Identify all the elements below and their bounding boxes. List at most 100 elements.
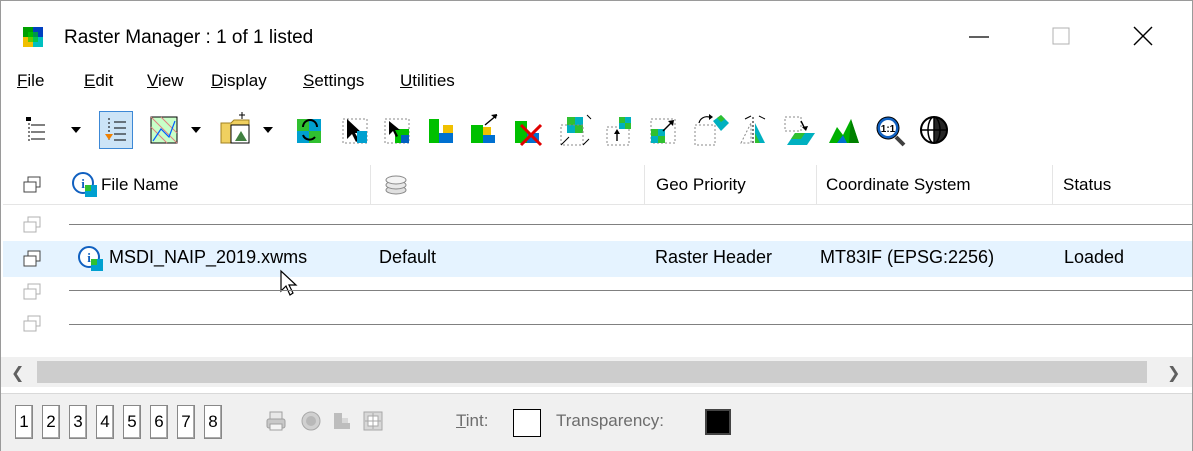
cell-file-name[interactable]: MSDI_NAIP_2019.xwms xyxy=(109,247,307,268)
raster-export-icon xyxy=(471,114,498,143)
menu-file[interactable]: File xyxy=(17,71,44,91)
minimize-icon xyxy=(969,36,989,38)
view-2-button[interactable]: 2 xyxy=(42,405,60,439)
menu-settings[interactable]: Settings xyxy=(303,71,364,91)
menu-edit[interactable]: Edit xyxy=(84,71,113,91)
globe-button[interactable] xyxy=(917,111,951,149)
empty-row[interactable] xyxy=(3,311,1192,339)
empty-row[interactable] xyxy=(3,279,1192,307)
refresh-icon xyxy=(297,119,321,143)
zoom-1-1-button[interactable]: 1:1 xyxy=(873,111,907,149)
view-1-button[interactable]: 1 xyxy=(15,405,33,439)
svg-text:i: i xyxy=(87,250,91,265)
raster-layer-icon xyxy=(23,283,41,300)
row-separator-line xyxy=(69,290,1192,291)
view-6-button[interactable]: 6 xyxy=(150,405,168,439)
minimize-button[interactable] xyxy=(949,1,1009,63)
scale-icon xyxy=(650,118,676,144)
maximize-icon xyxy=(1052,27,1070,45)
raster-attach-dropdown-arrow[interactable] xyxy=(191,127,201,133)
menu-view[interactable]: View xyxy=(147,71,184,91)
tree-view-button[interactable] xyxy=(21,111,55,149)
mirror-icon xyxy=(740,115,766,145)
scrollbar-thumb[interactable] xyxy=(37,361,1147,383)
mirror-button[interactable] xyxy=(737,111,771,149)
list-view-icon xyxy=(105,118,126,142)
raster-layer-icon[interactable] xyxy=(23,250,41,268)
cell-logical-name[interactable]: Default xyxy=(379,247,436,268)
column-separator[interactable] xyxy=(644,165,645,205)
column-separator[interactable] xyxy=(816,165,817,205)
title-bar[interactable]: Raster Manager : 1 of 1 listed xyxy=(1,1,1192,63)
move-button[interactable] xyxy=(603,111,637,149)
svg-text:i: i xyxy=(81,176,85,191)
scroll-left-icon[interactable]: ❮ xyxy=(11,363,24,383)
raster-list[interactable]: i File Name Geo Priority Coordinate Syst… xyxy=(3,165,1192,355)
raster-manager-window: Raster Manager : 1 of 1 listed File Edit… xyxy=(0,0,1193,451)
raster-attach-icon xyxy=(150,116,178,144)
column-header-coordinate-system[interactable]: Coordinate System xyxy=(826,175,971,195)
cell-geo-priority[interactable]: Raster Header xyxy=(655,247,772,268)
detach-raster-button[interactable] xyxy=(511,111,545,149)
raster-layer-icon[interactable] xyxy=(23,176,41,194)
view-3-button[interactable]: 3 xyxy=(69,405,87,439)
scroll-right-icon[interactable]: ❯ xyxy=(1167,363,1180,383)
rotate-button[interactable] xyxy=(691,111,729,149)
table-row[interactable]: i MSDI_NAIP_2019.xwms Default Raster Hea… xyxy=(3,241,1192,277)
logical-name-stack-icon[interactable] xyxy=(384,175,408,195)
transform-button[interactable] xyxy=(557,111,592,149)
open-folder-dropdown-arrow[interactable] xyxy=(263,127,273,133)
raster-layer-icon xyxy=(23,216,41,233)
view-5-button[interactable]: 5 xyxy=(123,405,141,439)
raster-layer-icon xyxy=(23,315,41,332)
elevation-icon xyxy=(829,119,859,143)
open-folder-button[interactable] xyxy=(219,111,253,149)
menu-display[interactable]: Display xyxy=(211,71,267,91)
tint-label: Tint: xyxy=(456,411,489,430)
view-7-button[interactable]: 7 xyxy=(177,405,195,439)
file-info-icon: i xyxy=(72,172,97,197)
open-folder-icon xyxy=(220,112,250,144)
cell-coordinate-system[interactable]: MT83IF (EPSG:2256) xyxy=(820,247,994,268)
transparency-color-swatch[interactable] xyxy=(705,409,731,435)
column-header-geo-priority[interactable]: Geo Priority xyxy=(656,175,746,195)
tree-view-dropdown-arrow[interactable] xyxy=(71,127,81,133)
maximize-button[interactable] xyxy=(1031,1,1091,63)
raster-properties-icon[interactable] xyxy=(331,410,353,432)
tint-color-swatch[interactable] xyxy=(513,409,541,437)
column-header-file-name[interactable]: File Name xyxy=(101,175,178,195)
window-title: Raster Manager : 1 of 1 listed xyxy=(64,27,314,48)
select-raster-button[interactable] xyxy=(337,111,371,149)
scale-button[interactable] xyxy=(647,111,681,149)
horizontal-scrollbar[interactable]: ❮ ❯ xyxy=(1,357,1192,387)
raster-export-button[interactable] xyxy=(467,111,501,149)
svg-text:1:1: 1:1 xyxy=(881,124,896,135)
column-header-status[interactable]: Status xyxy=(1063,175,1111,195)
print-icon[interactable] xyxy=(265,410,287,432)
select-icon xyxy=(342,118,368,144)
move-icon xyxy=(606,117,631,146)
close-icon xyxy=(1133,26,1153,46)
display-toggle-icon[interactable] xyxy=(300,410,322,432)
column-separator[interactable] xyxy=(1052,165,1053,205)
warp-button[interactable] xyxy=(781,111,815,149)
menu-bar: File Edit View Display Settings Utilitie… xyxy=(1,67,1192,97)
green-raster-button[interactable] xyxy=(423,111,457,149)
list-view-button[interactable] xyxy=(99,111,133,149)
raster-attach-button[interactable] xyxy=(147,111,181,149)
refresh-button[interactable] xyxy=(291,111,325,149)
menu-utilities[interactable]: Utilities xyxy=(400,71,455,91)
warp-icon xyxy=(784,116,815,145)
empty-row[interactable] xyxy=(3,211,1192,239)
fit-view-icon[interactable] xyxy=(362,410,384,432)
elevation-button[interactable] xyxy=(827,111,861,149)
row-separator-line xyxy=(69,324,1192,325)
view-4-button[interactable]: 4 xyxy=(96,405,114,439)
raster-select-icon xyxy=(384,118,410,144)
raster-info-icon[interactable]: i xyxy=(77,245,105,273)
close-button[interactable] xyxy=(1113,1,1173,63)
cell-status[interactable]: Loaded xyxy=(1064,247,1124,268)
raster-select-button[interactable] xyxy=(379,111,413,149)
view-8-button[interactable]: 8 xyxy=(204,405,222,439)
column-separator[interactable] xyxy=(370,165,371,205)
